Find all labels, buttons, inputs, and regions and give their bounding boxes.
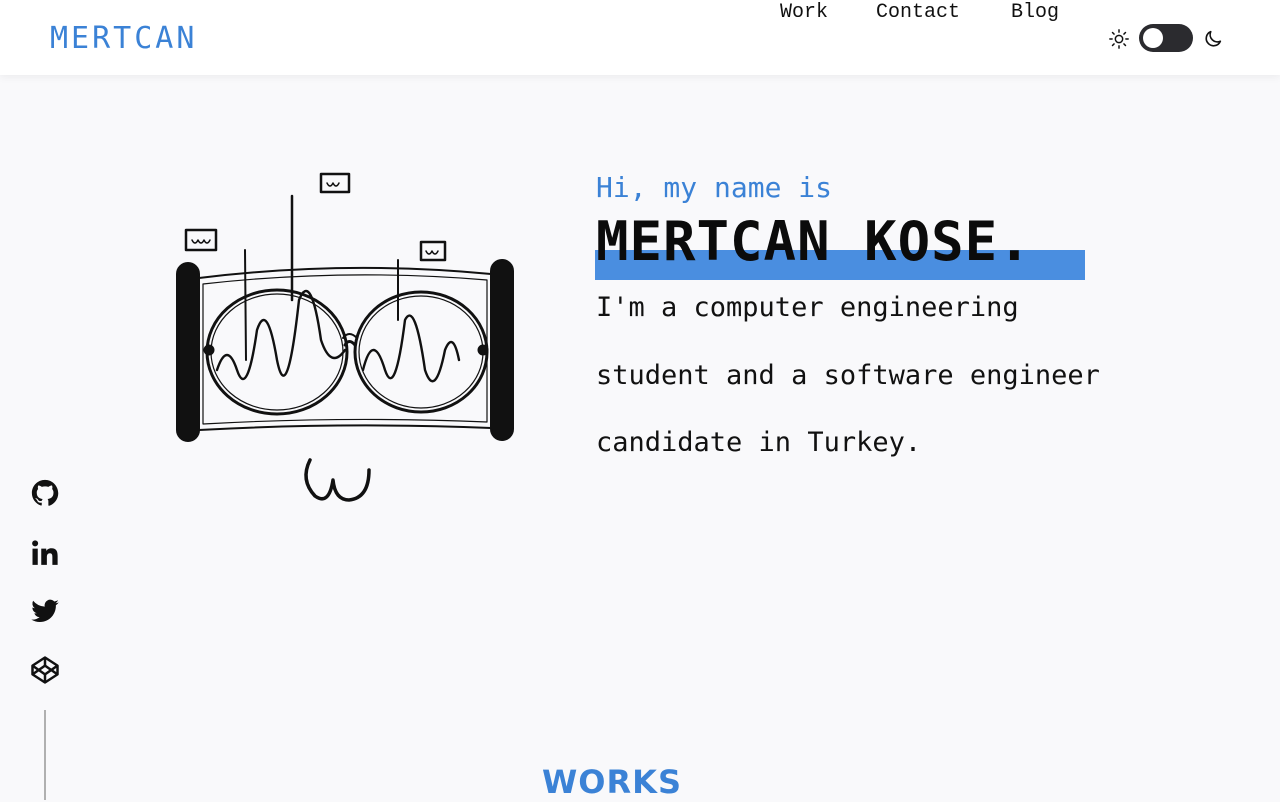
works-section-title: WORKS [542, 763, 682, 801]
nav-link-contact[interactable]: Contact [876, 0, 960, 26]
glasses-illustration [176, 172, 514, 502]
nav-link-blog[interactable]: Blog [1011, 0, 1059, 26]
twitter-link[interactable] [30, 596, 60, 626]
hero-bio: I'm a computer engineering student and a… [596, 292, 1100, 458]
theme-switch-knob [1143, 28, 1163, 48]
codepen-icon [31, 656, 59, 684]
theme-toggle [1108, 22, 1228, 54]
hero-greeting: Hi, my name is [596, 171, 833, 204]
navbar: MERTCAN Work Contact Blog [0, 0, 1280, 75]
linkedin-icon [32, 540, 58, 565]
hero-name-wrap: MERTCAN KOSE. [595, 210, 1085, 280]
codepen-link[interactable] [30, 655, 60, 685]
hero-name: MERTCAN KOSE. [596, 210, 1032, 273]
twitter-icon [31, 599, 59, 623]
nav-link-work[interactable]: Work [780, 0, 828, 26]
moon-icon [1205, 30, 1222, 47]
theme-switch[interactable] [1139, 24, 1193, 52]
github-icon [31, 479, 59, 506]
brand-logo[interactable]: MERTCAN [50, 20, 197, 58]
sun-icon [1109, 29, 1129, 49]
social-divider-line [44, 710, 46, 800]
linkedin-link[interactable] [30, 538, 60, 568]
hero-intro: Hi, my name is MERTCAN KOSE. I'm a compu… [595, 170, 1196, 477]
github-link[interactable] [30, 478, 60, 508]
